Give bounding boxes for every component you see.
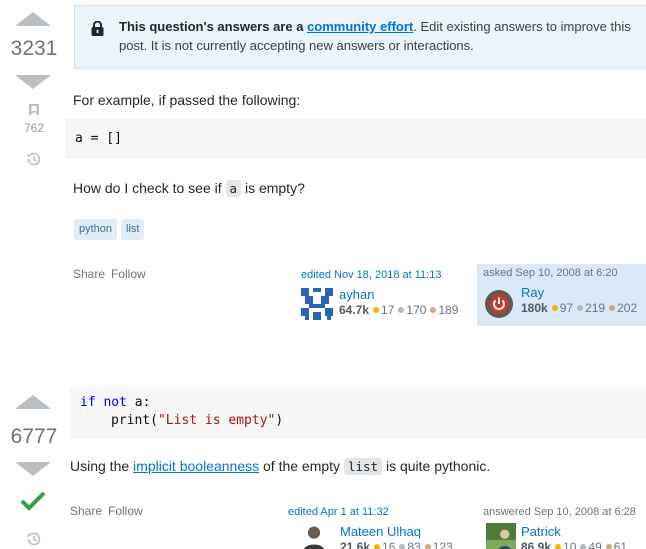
- answer-upvote-button[interactable]: [15, 395, 51, 409]
- question-code-block: a = []: [65, 119, 646, 159]
- answer-share-link[interactable]: Share: [70, 504, 102, 518]
- answer-editor-name[interactable]: Mateen Ulhaq: [340, 524, 421, 539]
- question-score: 3231: [10, 37, 58, 60]
- answer-text: Using the implicit booleanness of the em…: [70, 458, 491, 475]
- answer-editor-avatar[interactable]: [300, 523, 328, 549]
- editor-avatar[interactable]: [301, 288, 333, 320]
- tag-list[interactable]: list: [121, 219, 145, 240]
- share-link[interactable]: Share: [73, 267, 105, 281]
- answer-author-name[interactable]: Patrick: [521, 524, 561, 539]
- answer-downvote-button[interactable]: [15, 462, 51, 476]
- asker-reputation: 180k 97 219 202: [521, 301, 638, 315]
- editor-reputation: 64.7k 17 170 189: [339, 303, 459, 317]
- bookmark-count: 762: [23, 121, 45, 135]
- implicit-booleanness-link[interactable]: implicit booleanness: [133, 458, 259, 474]
- accepted-checkmark-icon: [20, 491, 46, 511]
- question-asker-signature: asked Sep 10, 2008 at 6:20 Ray 180k 97 219…: [477, 264, 646, 326]
- question-editor-signature: edited Nov 18, 2018 at 11:13 ayhan 64.7k…: [295, 266, 473, 324]
- answer-edited-timestamp-link[interactable]: edited Apr 1 at 11:32: [288, 506, 466, 518]
- answer-score: 6777: [10, 425, 58, 448]
- community-effort-link[interactable]: community effort: [307, 19, 413, 34]
- edited-timestamp-link[interactable]: edited Nov 18, 2018 at 11:13: [301, 269, 467, 281]
- asker-name[interactable]: Ray: [521, 285, 544, 300]
- answered-timestamp: answered Sep 10, 2008 at 6:28: [483, 506, 636, 518]
- answer-author-signature: answered Sep 10, 2008 at 6:28 Patrick 86…: [477, 503, 646, 549]
- notice-text: This question's answers are a community …: [119, 19, 631, 53]
- inline-code-list: list: [343, 458, 383, 475]
- asked-timestamp: asked Sep 10, 2008 at 6:20: [483, 267, 618, 279]
- bookmark-icon[interactable]: [28, 103, 40, 117]
- lock-icon: [91, 21, 104, 36]
- answer-history-icon[interactable]: [25, 530, 43, 548]
- editor-name[interactable]: ayhan: [339, 287, 374, 302]
- answer-post: 6777 if not a: print("List is empty") Us…: [0, 345, 646, 549]
- answer-code-line-2: print("List is empty"): [111, 413, 284, 428]
- tag-python[interactable]: python: [74, 219, 118, 240]
- history-icon[interactable]: [25, 150, 43, 168]
- upvote-button[interactable]: [15, 12, 51, 26]
- question-code: a = []: [75, 131, 122, 146]
- answer-editor-signature: edited Apr 1 at 11:32 Mateen Ulhaq 21.6k…: [282, 503, 472, 549]
- answer-author-avatar[interactable]: [485, 523, 517, 549]
- question-text: How do I check to see if a is empty?: [73, 180, 305, 197]
- answer-code-block: if not a: print("List is empty"): [70, 387, 646, 439]
- answer-follow-link[interactable]: Follow: [108, 504, 143, 518]
- answer-code-line-1: if not a:: [80, 395, 151, 410]
- asker-avatar[interactable]: [483, 288, 515, 320]
- downvote-button[interactable]: [15, 75, 51, 89]
- follow-link[interactable]: Follow: [111, 267, 146, 281]
- answer-editor-reputation: 21.6k 16 83 123: [340, 540, 453, 549]
- inline-code-a: a: [225, 180, 242, 197]
- community-effort-notice: This question's answers are a community …: [74, 5, 646, 69]
- answer-author-reputation: 86.9k 10 49 61: [521, 540, 628, 549]
- question-intro: For example, if passed the following:: [73, 92, 301, 108]
- question-post: 3231 762 This question's answers are a c…: [0, 0, 646, 345]
